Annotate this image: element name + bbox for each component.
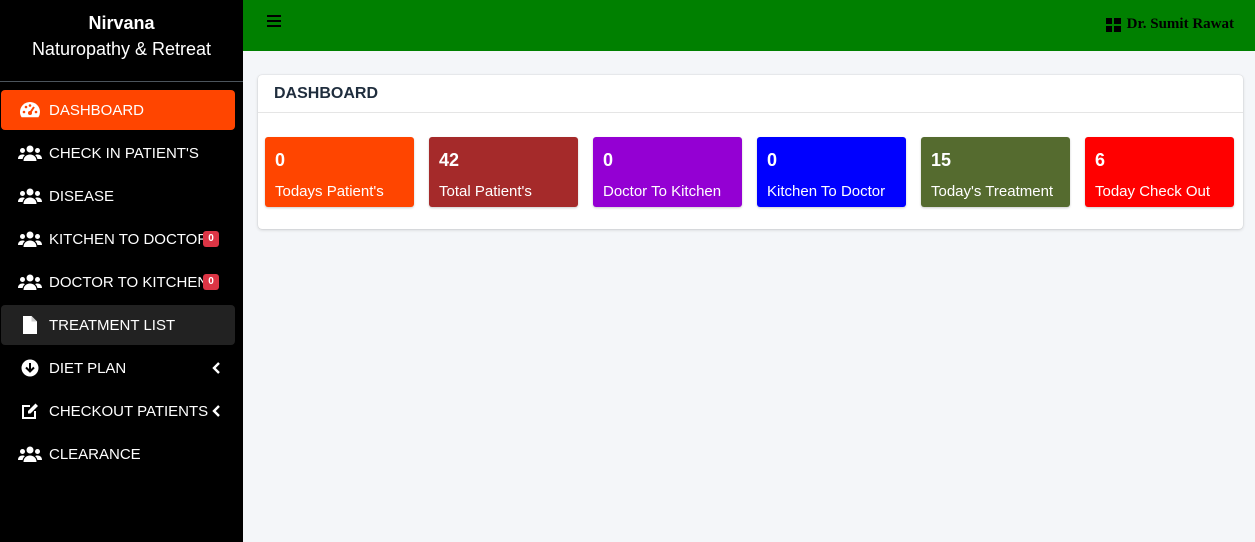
stat-label: Kitchen To Doctor xyxy=(767,183,886,200)
user-name: Dr. Sumit Rawat xyxy=(1126,16,1234,32)
users-icon xyxy=(18,186,42,206)
stat-label: Total Patient's xyxy=(439,183,532,200)
sidebar-item-label: CLEARANCE xyxy=(49,445,141,463)
brand-title: Nirvana xyxy=(88,13,155,33)
stat-value: 15 xyxy=(931,150,952,170)
sidebar-item-treatment-list[interactable]: TREATMENT LIST xyxy=(1,305,235,345)
stat-box-total-patients[interactable]: 42 Total Patient's xyxy=(429,137,578,207)
sidebar-item-label: DASHBOARD xyxy=(49,101,145,119)
file-icon xyxy=(18,315,42,335)
arrow-circle-down-icon xyxy=(18,358,42,378)
sidebar-item-clearance[interactable]: CLEARANCE xyxy=(1,434,235,474)
count-badge: 0 xyxy=(203,231,219,247)
users-icon xyxy=(18,143,42,163)
sidebar-item-disease[interactable]: DISEASE xyxy=(1,176,235,216)
stat-value: 0 xyxy=(767,150,778,170)
stat-box-kitchen-to-doctor[interactable]: 0 Kitchen To Doctor xyxy=(757,137,906,207)
users-icon xyxy=(18,272,42,292)
sidebar: Nirvana Naturopathy & Retreat DASHBOARD … xyxy=(0,0,243,542)
sidebar-item-label: DISEASE xyxy=(49,187,115,205)
th-large-icon xyxy=(1105,17,1121,32)
stat-value: 0 xyxy=(603,150,614,170)
sidebar-item-kitchen-to-doctor[interactable]: KITCHEN TO DOCTOR 0 xyxy=(1,219,235,259)
stat-box-todays-patients[interactable]: 0 Todays Patient's xyxy=(265,137,414,207)
tachometer-icon xyxy=(18,100,42,120)
stat-value: 6 xyxy=(1095,150,1106,170)
users-icon xyxy=(18,444,42,464)
users-icon xyxy=(18,229,42,249)
chevron-left-icon xyxy=(212,362,220,374)
brand-subtitle: Naturopathy & Retreat xyxy=(31,39,212,59)
brand[interactable]: Nirvana Naturopathy & Retreat xyxy=(0,0,243,82)
count-badge: 0 xyxy=(203,274,219,290)
stat-label: Todays Patient's xyxy=(275,183,384,200)
user-menu[interactable]: Dr. Sumit Rawat xyxy=(1105,16,1234,33)
stat-label: Today Check Out xyxy=(1095,183,1211,200)
sidebar-nav: DASHBOARD CHECK IN PATIENT'S DISEASE KIT… xyxy=(0,82,243,474)
sidebar-item-label: KITCHEN TO DOCTOR xyxy=(49,230,209,248)
sidebar-item-label: DIET PLAN xyxy=(49,359,127,377)
card-title: DASHBOARD xyxy=(258,75,1243,113)
sidebar-item-label: CHECKOUT PATIENTS xyxy=(49,402,209,420)
hamburger-menu-icon[interactable] xyxy=(267,15,281,31)
stat-label: Today's Treatment xyxy=(931,183,1054,200)
top-navbar: Dr. Sumit Rawat xyxy=(243,0,1255,51)
stat-value: 0 xyxy=(275,150,286,170)
sidebar-item-label: CHECK IN PATIENT'S xyxy=(49,144,199,162)
stat-box-today-check-out[interactable]: 6 Today Check Out xyxy=(1085,137,1234,207)
sidebar-item-diet-plan[interactable]: DIET PLAN xyxy=(1,348,235,388)
stat-value: 42 xyxy=(439,150,460,170)
sidebar-item-checkout-patients[interactable]: CHECKOUT PATIENTS xyxy=(1,391,235,431)
dashboard-card: DASHBOARD 0 Todays Patient's 42 Total Pa… xyxy=(258,75,1243,229)
sidebar-item-doctor-to-kitchen[interactable]: DOCTOR TO KITCHEN 0 xyxy=(1,262,235,302)
stat-label: Doctor To Kitchen xyxy=(603,183,722,200)
sidebar-item-dashboard[interactable]: DASHBOARD xyxy=(1,90,235,130)
sidebar-item-label: TREATMENT LIST xyxy=(49,316,176,334)
stat-box-doctor-to-kitchen[interactable]: 0 Doctor To Kitchen xyxy=(593,137,742,207)
sidebar-item-check-in-patients[interactable]: CHECK IN PATIENT'S xyxy=(1,133,235,173)
edit-icon xyxy=(18,401,42,421)
chevron-left-icon xyxy=(212,405,220,417)
stat-box-todays-treatment[interactable]: 15 Today's Treatment xyxy=(921,137,1070,207)
sidebar-item-label: DOCTOR TO KITCHEN xyxy=(49,273,209,291)
